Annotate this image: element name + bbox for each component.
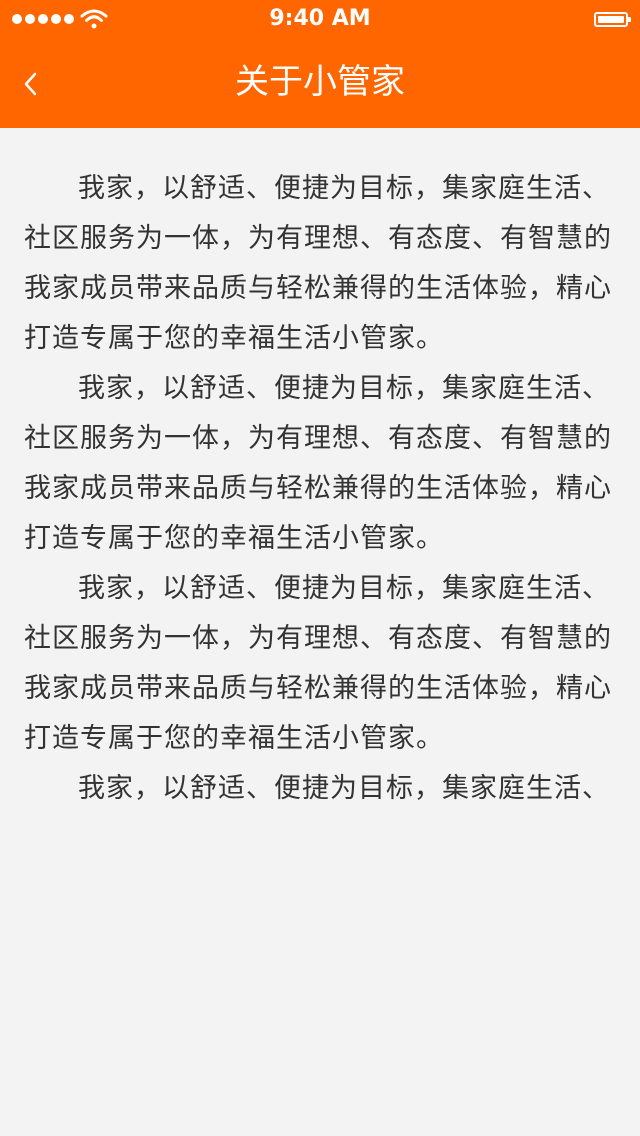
battery-tip xyxy=(628,17,631,22)
about-paragraph: 我家，以舒适、便捷为目标，集家庭生活、 xyxy=(78,773,610,804)
battery-icon xyxy=(594,12,631,27)
about-paragraph: 我家，以舒适、便捷为目标，集家庭生活、社区服务为一体，为有理想、有态度、有智慧的… xyxy=(24,373,612,554)
status-bar: 9:40 AM xyxy=(0,0,640,40)
nav-bar: 关于小管家 xyxy=(0,40,640,128)
about-content: 我家，以舒适、便捷为目标，集家庭生活、社区服务为一体，为有理想、有态度、有智慧的… xyxy=(0,128,640,814)
header: 9:40 AM 关于小管家 xyxy=(0,0,640,128)
battery-fill xyxy=(598,16,624,23)
status-time: 9:40 AM xyxy=(269,6,371,31)
page-title: 关于小管家 xyxy=(235,62,405,102)
about-paragraph: 我家，以舒适、便捷为目标，集家庭生活、社区服务为一体，为有理想、有态度、有智慧的… xyxy=(24,173,612,354)
about-paragraph: 我家，以舒适、便捷为目标，集家庭生活、社区服务为一体，为有理想、有态度、有智慧的… xyxy=(24,573,612,754)
